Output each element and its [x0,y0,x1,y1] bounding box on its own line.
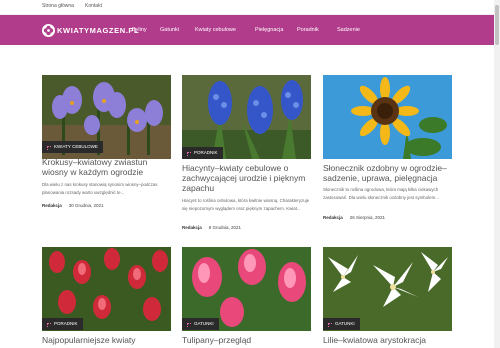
post-excerpt: Dla wielu z nas krokusy stanowią synonim… [42,182,158,195]
post-title[interactable]: Słonecznik ozdobny w ogrodzie–sadzenie, … [323,163,455,183]
category-badge[interactable]: PORADNIK [42,318,83,330]
scrollbar-thumb[interactable] [495,5,499,45]
nav-item-pielegnacja[interactable]: Pielęgnacja [255,27,283,33]
post-date: 8 Grudnia, 2021 [208,225,242,230]
post-author[interactable]: Redakcja [182,225,202,230]
post-author[interactable]: Redakcja [42,203,62,208]
post-excerpt: Słonecznik to roślina ogrodowa, która ma… [323,187,439,200]
post-meta: Redakcja 30 Grudnia, 2021 [42,203,104,208]
post-title[interactable]: Najpopularniejsze kwiaty [42,335,174,345]
logo-flower-icon[interactable] [42,24,55,37]
post-meta: Redakcja 26 Sierpnia, 2021 [323,215,385,220]
nav-item-sadzenie[interactable]: Sadzenie [337,27,360,33]
nav-item-byliny[interactable]: Byliny [132,27,147,33]
post-date: 26 Sierpnia, 2021 [349,215,386,220]
post-date: 30 Grudnia, 2021 [68,203,104,208]
post-title[interactable]: Tulipany–przegląd [182,335,314,345]
category-badge[interactable]: GATUNKI [182,318,219,330]
logo-text[interactable]: KWIATYMAGZEN.PL [57,26,139,35]
page-scrollbar[interactable] [494,0,500,348]
category-badge[interactable]: PORADNIK [182,147,223,159]
nav-item-kwiaty-cebulowe[interactable]: Kwiaty cebulowe [195,27,236,33]
contact-link[interactable]: Kontakt [85,3,102,9]
nav-item-poradnik[interactable]: Poradnik [297,27,319,33]
main-navbar: KWIATYMAGZEN.PL Byliny Gatunki Kwiaty ce… [0,15,500,45]
post-title[interactable]: Lilie–kwiatowa arystokracja [323,335,455,345]
category-badge[interactable]: GATUNKI [323,318,360,330]
post-image-slonecznik[interactable] [323,75,452,159]
nav-item-gatunki[interactable]: Gatunki [160,27,179,33]
top-links-bar: Strona główna Kontakt [0,0,500,15]
home-link[interactable]: Strona główna [42,3,74,9]
post-title[interactable]: Krokusy–kwiatowy zwiastun wiosny w każdy… [42,157,174,177]
post-title[interactable]: Hiacynty–kwiaty cebulowe o zachwycającej… [182,163,314,193]
post-meta: Redakcja 8 Grudnia, 2021 [182,225,241,230]
category-badge[interactable]: KWIATY CEBULOWE [42,141,103,153]
post-author[interactable]: Redakcja [323,215,343,220]
post-excerpt: Hiacynt to roślina cebulowa, która kwitn… [182,198,310,211]
